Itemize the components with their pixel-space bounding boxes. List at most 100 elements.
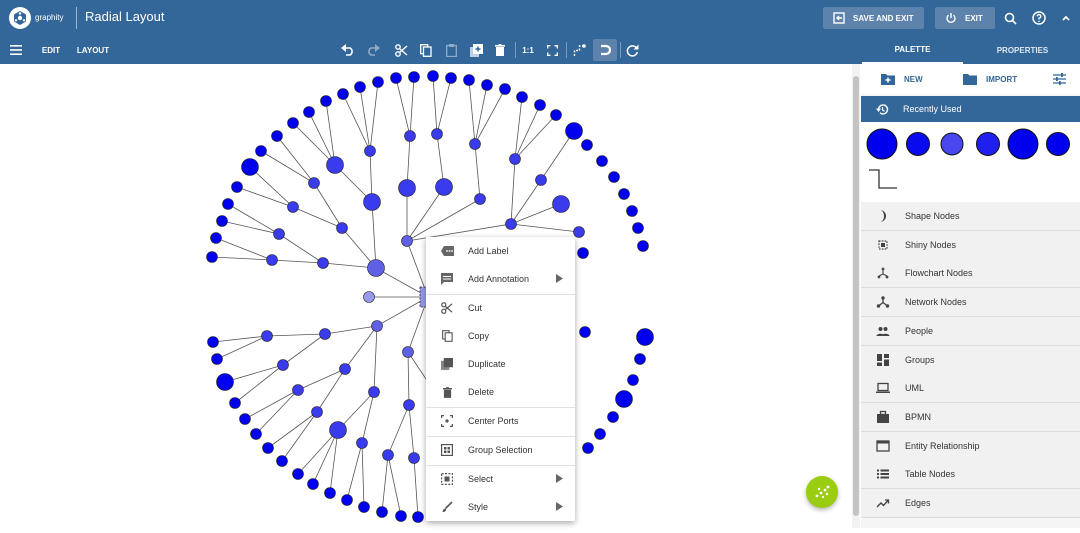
graph-edge[interactable] — [227, 203, 280, 235]
graph-node[interactable] — [363, 193, 381, 211]
help-button[interactable] — [1029, 8, 1049, 28]
duplicate-button[interactable] — [466, 36, 486, 64]
palette-section-bpmn[interactable]: BPMN — [861, 402, 1080, 432]
graph-node[interactable] — [356, 437, 368, 449]
graph-node[interactable] — [431, 128, 443, 140]
graph-edge[interactable] — [540, 130, 575, 181]
graph-node[interactable] — [241, 158, 259, 176]
graph-node[interactable] — [354, 81, 366, 93]
graph-node[interactable] — [618, 188, 630, 200]
edit-menu[interactable]: EDIT — [36, 36, 66, 64]
graph-edge[interactable] — [212, 335, 268, 343]
graph-edge[interactable] — [276, 135, 315, 184]
orthogonal-edges-button[interactable] — [569, 36, 589, 64]
search-button[interactable] — [1000, 8, 1020, 28]
graph-edge[interactable] — [359, 86, 371, 152]
palette-section-edges[interactable]: Edges — [861, 489, 1080, 518]
graph-node[interactable] — [320, 95, 332, 107]
graph-edge[interactable] — [409, 76, 415, 137]
recently-used-header[interactable]: Recently Used — [861, 96, 1080, 122]
graph-node[interactable] — [516, 91, 528, 103]
graph-node[interactable] — [636, 328, 654, 346]
redo-button[interactable] — [363, 36, 383, 64]
graph-node[interactable] — [573, 226, 585, 238]
graph-edge[interactable] — [260, 150, 315, 184]
recent-node-light[interactable] — [940, 132, 964, 156]
palette-section-shiny-nodes[interactable]: Shiny Nodes — [861, 230, 1080, 260]
graph-edge[interactable] — [474, 84, 488, 145]
graph-node[interactable] — [368, 386, 380, 398]
recent-node-large[interactable] — [866, 128, 898, 160]
menu-item-cut[interactable]: Cut — [426, 294, 575, 322]
graph-node[interactable] — [339, 363, 351, 375]
graph-node[interactable] — [469, 138, 481, 150]
delete-button[interactable] — [490, 36, 510, 64]
graph-node[interactable] — [404, 130, 416, 142]
graph-node[interactable] — [276, 455, 288, 467]
graph-node[interactable] — [582, 442, 594, 454]
graph-node[interactable] — [326, 156, 344, 174]
canvas-scrollbar-thumb[interactable] — [853, 76, 859, 516]
layout-menu[interactable]: LAYOUT — [73, 36, 113, 64]
graph-node[interactable] — [371, 320, 383, 332]
graph-node[interactable] — [336, 222, 348, 234]
graph-node[interactable] — [358, 501, 370, 513]
graph-node[interactable] — [552, 195, 570, 213]
graph-node[interactable] — [211, 353, 223, 365]
graph-edge[interactable] — [282, 333, 326, 366]
menu-item-group-selection[interactable]: Group Selection — [426, 436, 575, 464]
graph-node[interactable] — [382, 449, 394, 461]
graph-node[interactable] — [376, 506, 388, 518]
graph-edge[interactable] — [510, 158, 516, 225]
recent-node-medium[interactable] — [906, 132, 930, 156]
graph-node[interactable] — [581, 139, 593, 151]
palette-section-groups[interactable]: Groups — [861, 345, 1080, 375]
graph-node[interactable] — [626, 205, 638, 217]
tab-palette[interactable]: PALETTE — [862, 36, 963, 64]
graph-edge[interactable] — [361, 442, 365, 508]
graph-node[interactable] — [594, 428, 606, 440]
graph-node[interactable] — [266, 254, 278, 266]
graph-node[interactable] — [408, 452, 420, 464]
menu-item-delete[interactable]: Delete — [426, 378, 575, 406]
graph-node[interactable] — [207, 336, 219, 348]
graph-edge[interactable] — [278, 233, 324, 264]
graph-edge[interactable] — [406, 186, 445, 242]
menu-item-select[interactable]: Select — [426, 465, 575, 493]
graph-node[interactable] — [499, 83, 511, 95]
graph-node[interactable] — [367, 259, 385, 277]
graph-node[interactable] — [273, 228, 285, 240]
graph-edge[interactable] — [292, 206, 343, 229]
cut-button[interactable] — [391, 36, 411, 64]
layout-fab-button[interactable] — [806, 476, 838, 508]
graph-edge[interactable] — [474, 88, 506, 145]
graph-node[interactable] — [565, 122, 583, 140]
graph-edge[interactable] — [432, 75, 438, 135]
graph-edge[interactable] — [313, 182, 343, 229]
graph-node[interactable] — [401, 235, 413, 247]
palette-section-uml[interactable]: UML — [861, 374, 1080, 404]
palette-section-flowchart-nodes[interactable]: Flowchart Nodes — [861, 259, 1080, 289]
fit-content-button[interactable] — [542, 36, 562, 64]
palette-settings-button[interactable] — [1053, 64, 1066, 94]
graph-edge[interactable] — [510, 223, 580, 233]
graph-node[interactable] — [408, 71, 420, 83]
recent-node-xl[interactable] — [1007, 128, 1039, 160]
graph-edge[interactable] — [255, 389, 299, 435]
menu-button[interactable] — [6, 36, 26, 64]
graph-edge[interactable] — [297, 429, 339, 475]
graph-node[interactable] — [615, 390, 633, 408]
graph-node[interactable] — [341, 494, 353, 506]
graph-edge[interactable] — [381, 454, 389, 513]
graph-node[interactable] — [210, 232, 222, 244]
graph-edge[interactable] — [514, 104, 541, 160]
graph-edge[interactable] — [244, 389, 299, 420]
graph-node[interactable] — [229, 397, 241, 409]
graph-node[interactable] — [579, 326, 591, 338]
graph-edge[interactable] — [216, 335, 268, 360]
graph-edge[interactable] — [271, 259, 324, 264]
graph-edge[interactable] — [387, 454, 402, 517]
graph-node[interactable] — [262, 442, 274, 454]
graph-node[interactable] — [535, 174, 547, 186]
recent-node-small[interactable] — [1046, 132, 1070, 156]
